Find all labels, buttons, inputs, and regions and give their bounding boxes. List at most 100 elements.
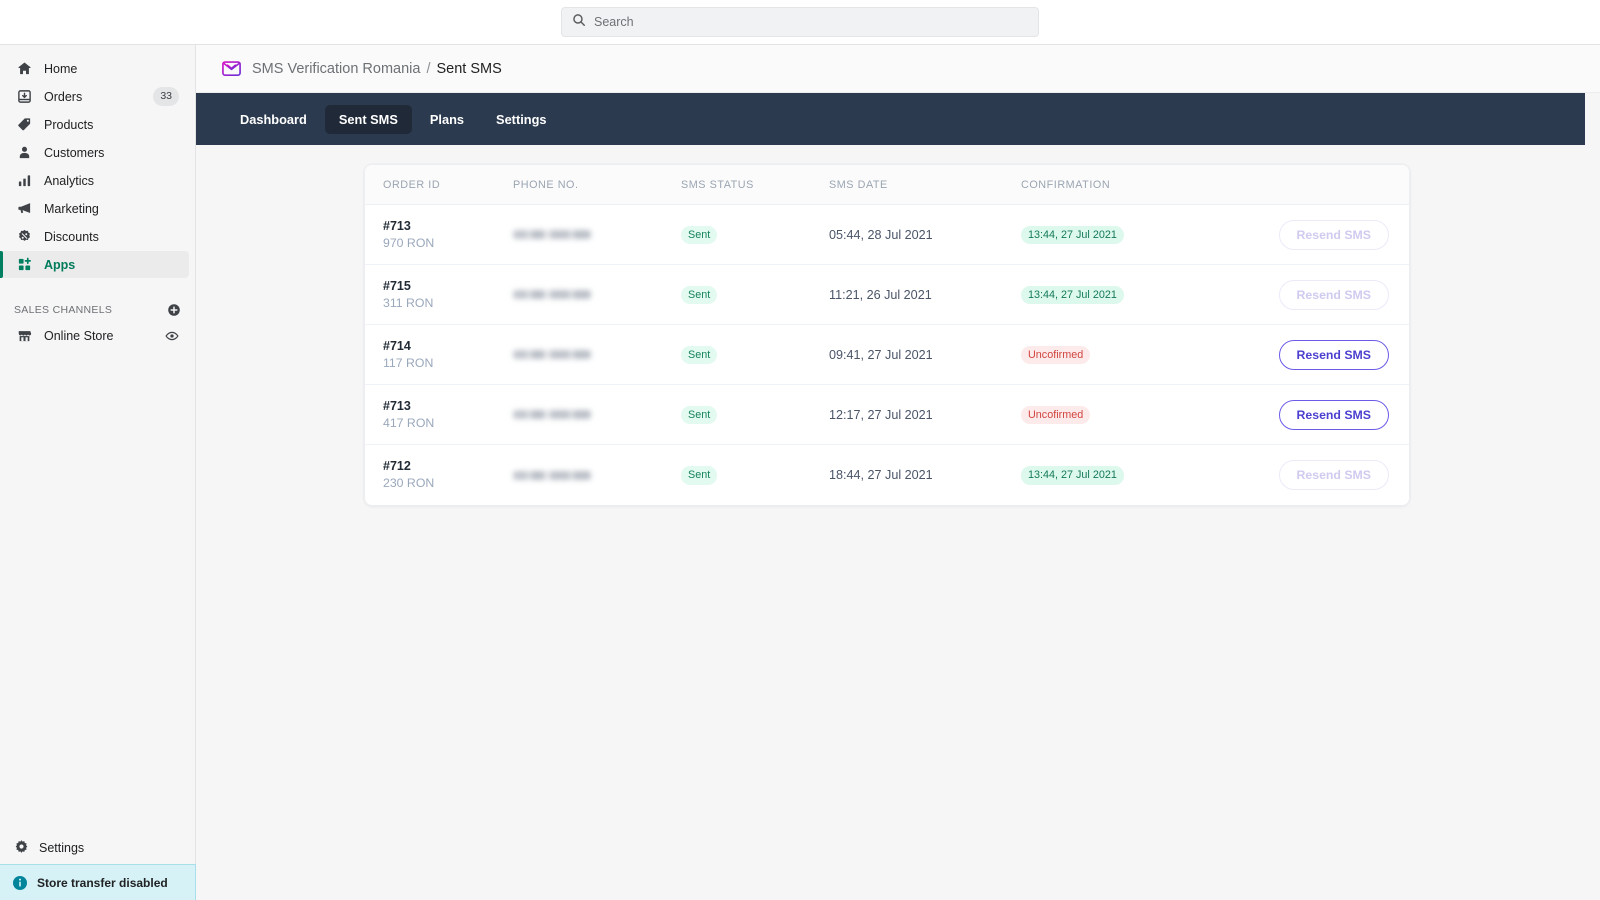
sidebar-item-marketing[interactable]: Marketing: [0, 195, 189, 222]
confirmation-cell: 13:44, 27 Jul 2021: [1021, 465, 1273, 485]
tab-plans[interactable]: Plans: [416, 105, 478, 134]
sms-date: 11:21, 26 Jul 2021: [829, 287, 932, 302]
tab-settings[interactable]: Settings: [482, 105, 560, 134]
store-transfer-banner[interactable]: Store transfer disabled: [0, 864, 196, 900]
column-header-phone-no: PHONE NO.: [513, 178, 579, 191]
redacted-phone-number: [513, 470, 591, 480]
sms-status-cell: Sent: [681, 285, 829, 305]
sms-date: 12:17, 27 Jul 2021: [829, 407, 933, 422]
order-id: #713: [383, 218, 411, 233]
status-badge: Sent: [681, 405, 718, 425]
home-icon: [14, 61, 34, 76]
resend-sms-button[interactable]: Resend SMS: [1278, 339, 1389, 370]
plus-circle-icon[interactable]: [167, 303, 181, 317]
table-row[interactable]: #715 311 RON Sent 11:21, 26 Jul 2021 13:…: [365, 265, 1409, 325]
breadcrumb-current-page: Sent SMS: [436, 60, 502, 77]
redacted-phone-number: [513, 290, 591, 299]
status-badge: Sent: [681, 225, 718, 245]
resend-sms-button[interactable]: Resend SMS: [1278, 219, 1389, 250]
sms-status-cell: Sent: [681, 345, 829, 365]
redacted-phone-number: [513, 350, 591, 359]
sidebar-item-analytics[interactable]: Analytics: [0, 167, 189, 194]
sidebar-item-apps[interactable]: Apps: [0, 251, 189, 278]
confirmation-cell: 13:44, 27 Jul 2021: [1021, 225, 1273, 245]
confirmation-badge: 13:44, 27 Jul 2021: [1021, 285, 1124, 305]
action-cell: Resend SMS: [1273, 279, 1409, 310]
sms-date: 09:41, 27 Jul 2021: [829, 347, 933, 362]
app-nav-tabs: Dashboard Sent SMS Plans Settings: [196, 93, 1585, 145]
bar-chart-icon: [14, 173, 34, 188]
gear-icon: [14, 839, 29, 857]
sales-channels-header: SALES CHANNELS: [0, 298, 195, 322]
phone-cell: [513, 290, 681, 299]
order-cell: #714 117 RON: [365, 338, 513, 371]
sidebar-settings-label: Settings: [39, 841, 85, 855]
order-cell: #715 311 RON: [365, 278, 513, 311]
sidebar-item-label: Customers: [44, 145, 105, 160]
confirmation-badge: Uncofirmed: [1021, 345, 1091, 365]
action-cell: Resend SMS: [1273, 399, 1409, 430]
tab-dashboard[interactable]: Dashboard: [226, 105, 321, 134]
sidebar-item-customers[interactable]: Customers: [0, 139, 189, 166]
top-search-bar: [0, 0, 1600, 45]
breadcrumb-app-name[interactable]: SMS Verification Romania: [252, 61, 420, 77]
confirmation-badge: Uncofirmed: [1021, 405, 1091, 425]
search-input[interactable]: [594, 15, 1028, 29]
sms-date: 18:44, 27 Jul 2021: [829, 468, 933, 482]
action-cell: Resend SMS: [1273, 460, 1409, 490]
sidebar-bottom: Settings Store transfer disabled: [0, 832, 196, 900]
order-amount: 970 RON: [383, 235, 435, 250]
status-badge: Sent: [681, 285, 718, 305]
sidebar-item-label: Discounts: [44, 229, 99, 244]
redacted-phone-number: [513, 230, 591, 239]
sent-sms-table-card: ORDER ID PHONE NO. SMS STATUS SMS DATE C…: [364, 164, 1410, 506]
apps-grid-icon: [14, 257, 34, 272]
phone-cell: [513, 410, 681, 419]
redacted-phone-number: [513, 410, 591, 419]
eye-icon[interactable]: [165, 329, 179, 343]
tab-sent-sms[interactable]: Sent SMS: [324, 104, 412, 134]
order-cell: #713 970 RON: [365, 218, 513, 251]
sidebar-item-online-store[interactable]: Online Store: [0, 322, 189, 349]
megaphone-icon: [14, 201, 34, 216]
table-row[interactable]: #714 117 RON Sent 09:41, 27 Jul 2021 Unc…: [365, 325, 1409, 385]
column-header-order-id: ORDER ID: [383, 178, 441, 191]
storefront-icon: [14, 328, 34, 343]
phone-cell: [513, 230, 681, 239]
sidebar-item-home[interactable]: Home: [0, 55, 189, 82]
breadcrumb-separator: /: [426, 60, 431, 77]
table-row[interactable]: #713 970 RON Sent 05:44, 28 Jul 2021 13:…: [365, 205, 1409, 265]
info-circle-icon: [12, 875, 28, 891]
order-amount: 230 RON: [383, 476, 435, 491]
search-box[interactable]: [561, 7, 1039, 37]
sidebar-item-settings[interactable]: Settings: [0, 832, 196, 864]
resend-sms-button[interactable]: Resend SMS: [1278, 279, 1389, 310]
confirmation-badge: 13:44, 27 Jul 2021: [1021, 225, 1124, 245]
sms-date: 05:44, 28 Jul 2021: [829, 227, 933, 242]
sidebar-item-discounts[interactable]: Discounts: [0, 223, 189, 250]
order-id: #715: [383, 278, 411, 293]
sidebar-item-orders[interactable]: Orders 33: [0, 83, 189, 110]
status-badge: Sent: [681, 466, 718, 485]
person-icon: [14, 145, 34, 160]
order-amount: 311 RON: [383, 295, 434, 310]
table-row[interactable]: #712 230 RON Sent 18:44, 27 Jul 2021 13:…: [365, 445, 1409, 505]
sidebar-nav-list: Home Orders 33 Products Customers Analyt…: [0, 45, 195, 278]
column-header-confirmation: CONFIRMATION: [1021, 178, 1111, 191]
order-cell: #713 417 RON: [365, 398, 513, 431]
sidebar-item-products[interactable]: Products: [0, 111, 189, 138]
column-header-sms-date: SMS DATE: [829, 178, 888, 191]
sidebar: Home Orders 33 Products Customers Analyt…: [0, 45, 196, 900]
confirmation-badge: 13:44, 27 Jul 2021: [1021, 466, 1124, 485]
sidebar-item-label: Marketing: [44, 201, 99, 216]
resend-sms-button[interactable]: Resend SMS: [1278, 399, 1389, 430]
sidebar-item-label: Products: [44, 117, 94, 132]
table-row[interactable]: #713 417 RON Sent 12:17, 27 Jul 2021 Unc…: [365, 385, 1409, 445]
envelope-check-icon: [221, 58, 242, 79]
order-amount: 117 RON: [383, 355, 434, 370]
order-id: #713: [383, 398, 411, 413]
main-content: SMS Verification Romania / Sent SMS Dash…: [196, 45, 1600, 900]
sales-channels-title: SALES CHANNELS: [14, 304, 113, 316]
resend-sms-button[interactable]: Resend SMS: [1278, 460, 1389, 490]
sidebar-item-label: Apps: [44, 257, 76, 272]
